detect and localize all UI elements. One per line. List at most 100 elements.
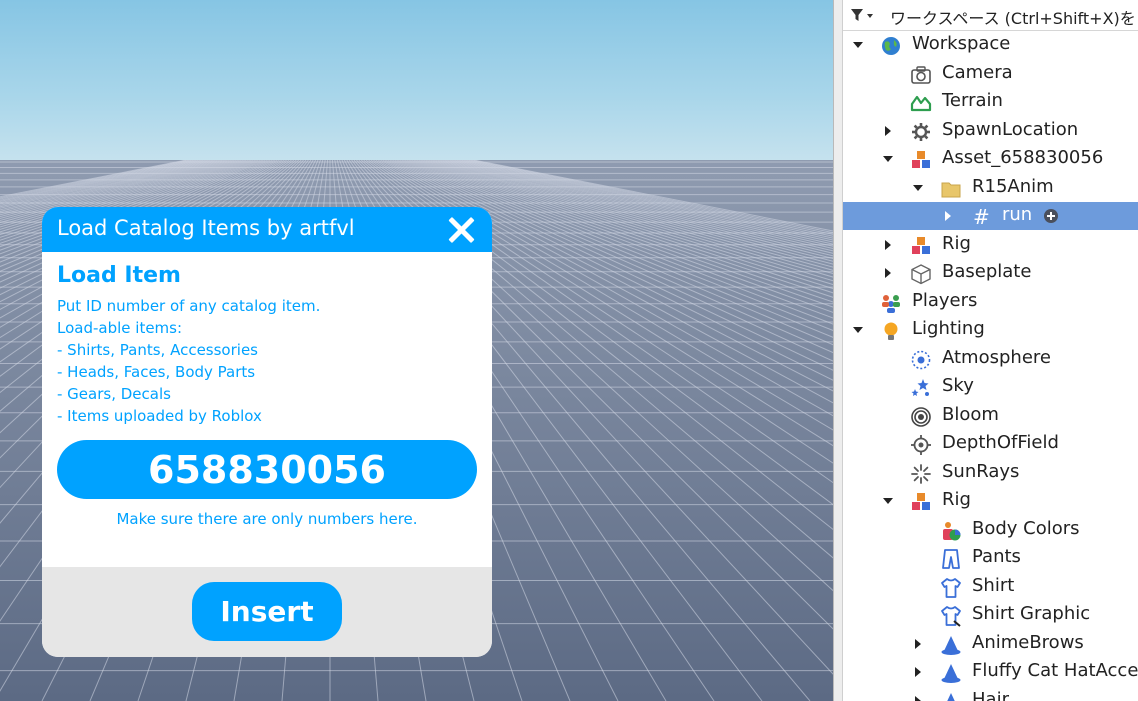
explorer-row-label: Camera <box>942 62 1013 83</box>
explorer-row-label: Body Colors <box>972 518 1080 539</box>
dialog-footer: Insert <box>42 567 492 657</box>
explorer-row-label: Hair <box>972 689 1009 701</box>
explorer-row[interactable]: Bloom <box>843 402 1138 430</box>
collapsed-arrow-icon[interactable] <box>911 637 925 651</box>
filter-icon[interactable] <box>850 7 874 23</box>
atmosphere-icon <box>911 350 931 370</box>
input-hint: Make sure there are only numbers here. <box>116 510 418 528</box>
spawn-gear-icon <box>912 123 930 141</box>
explorer-row[interactable]: Rig <box>843 487 1138 515</box>
explorer-row[interactable]: Pants <box>843 544 1138 572</box>
explorer-row-label: Fluffy Cat HatAccessory <box>972 660 1138 681</box>
explorer-row[interactable]: Fluffy Cat HatAccessory <box>843 658 1138 686</box>
explorer-row[interactable]: Players <box>843 288 1138 316</box>
catalog-id-input[interactable] <box>57 440 477 499</box>
explorer-filter-input[interactable]: ワークスペース (Ctrl+Shift+X)を <box>890 5 1136 29</box>
expanded-arrow-icon[interactable] <box>881 152 895 166</box>
svg-text:#: # <box>973 206 990 228</box>
explorer-row[interactable]: Asset_658830056 <box>843 145 1138 173</box>
explorer-row[interactable]: Workspace <box>843 31 1138 59</box>
collapsed-arrow-icon[interactable] <box>881 238 895 252</box>
sky-backdrop <box>0 0 833 162</box>
description-line: Load-able items: <box>57 319 183 337</box>
explorer-row-label: DepthOfField <box>942 432 1059 453</box>
script-hash-icon: # <box>973 206 990 228</box>
model-icon <box>912 493 930 510</box>
depth-of-field-icon <box>911 435 931 455</box>
folder-icon <box>941 182 961 198</box>
explorer-row[interactable]: Lighting <box>843 316 1138 344</box>
explorer-row-label: AnimeBrows <box>972 632 1084 653</box>
body-colors-icon <box>943 522 961 541</box>
explorer-row[interactable]: Shirt <box>843 573 1138 601</box>
explorer-row[interactable]: R15Anim <box>843 174 1138 202</box>
add-object-plus-icon[interactable] <box>1043 208 1059 224</box>
collapsed-arrow-icon[interactable] <box>941 209 955 223</box>
explorer-row-label: Bloom <box>942 404 999 425</box>
explorer-row[interactable]: SpawnLocation <box>843 117 1138 145</box>
accessory-hat-icon <box>947 693 955 701</box>
explorer-row-label: Shirt <box>972 575 1015 596</box>
model-icon <box>912 151 930 168</box>
explorer-row[interactable]: Hair <box>843 687 1138 701</box>
explorer-row[interactable]: Body Colors <box>843 516 1138 544</box>
collapsed-arrow-icon[interactable] <box>911 694 925 701</box>
explorer-panel: ワークスペース (Ctrl+Shift+X)を Workspace Camera T… <box>843 0 1138 701</box>
explorer-row-label: Asset_658830056 <box>942 147 1104 168</box>
explorer-row[interactable]: Baseplate <box>843 259 1138 287</box>
description-line: - Heads, Faces, Body Parts <box>57 363 256 381</box>
explorer-row-label: R15Anim <box>972 176 1054 197</box>
explorer-row[interactable]: Rig <box>843 231 1138 259</box>
collapsed-arrow-icon[interactable] <box>911 665 925 679</box>
explorer-row-label: SunRays <box>942 461 1020 482</box>
explorer-row[interactable]: Shirt Graphic <box>843 601 1138 629</box>
workspace-globe-icon <box>882 37 900 55</box>
expanded-arrow-icon[interactable] <box>851 323 865 337</box>
explorer-row-label: Rig <box>942 233 971 254</box>
explorer-row[interactable]: Atmosphere <box>843 345 1138 373</box>
dialog-heading: Load Item <box>57 263 181 288</box>
explorer-row-label: Terrain <box>942 90 1003 111</box>
explorer-row-label: Shirt Graphic <box>972 603 1091 624</box>
explorer-row-label: Rig <box>942 489 971 510</box>
explorer-row[interactable]: Sky <box>843 373 1138 401</box>
explorer-row[interactable]: DepthOfField <box>843 430 1138 458</box>
sunrays-icon <box>911 464 931 484</box>
explorer-row-label: Baseplate <box>942 261 1032 282</box>
accessory-hat-icon <box>941 636 961 655</box>
collapsed-arrow-icon[interactable] <box>881 266 895 280</box>
description-line: - Shirts, Pants, Accessories <box>57 341 258 359</box>
description-line: - Gears, Decals <box>57 385 171 403</box>
explorer-row-label: Sky <box>942 375 974 396</box>
players-icon <box>882 295 900 313</box>
game-viewport[interactable]: Load Catalog Items by artfvl Load Item P… <box>0 0 833 701</box>
panel-splitter[interactable] <box>833 0 843 701</box>
expanded-arrow-icon[interactable] <box>881 494 895 508</box>
explorer-row[interactable]: # run <box>843 202 1138 230</box>
shirt-graphic-icon <box>941 606 961 627</box>
explorer-filter-bar[interactable]: ワークスペース (Ctrl+Shift+X)を <box>843 0 1138 31</box>
explorer-row-label: Players <box>912 290 978 311</box>
collapsed-arrow-icon[interactable] <box>881 124 895 138</box>
close-icon[interactable] <box>444 213 478 247</box>
bloom-icon <box>911 407 931 427</box>
explorer-row-label: Pants <box>972 546 1021 567</box>
sky-stars-icon <box>911 379 929 396</box>
explorer-row[interactable]: AnimeBrows <box>843 630 1138 658</box>
expanded-arrow-icon[interactable] <box>851 38 865 52</box>
insert-button[interactable]: Insert <box>192 582 342 641</box>
explorer-row-label: Atmosphere <box>942 347 1051 368</box>
description-line: - Items uploaded by Roblox <box>57 407 262 425</box>
description-line: Put ID number of any catalog item. <box>57 297 321 315</box>
explorer-row-label: Lighting <box>912 318 985 339</box>
accessory-hat-icon <box>941 664 961 683</box>
explorer-row[interactable]: Camera <box>843 60 1138 88</box>
model-icon <box>912 237 930 254</box>
expanded-arrow-icon[interactable] <box>911 181 925 195</box>
explorer-row[interactable]: Terrain <box>843 88 1138 116</box>
dialog-title: Load Catalog Items by artfvl <box>57 216 355 240</box>
explorer-row[interactable]: SunRays <box>843 459 1138 487</box>
explorer-row-label: SpawnLocation <box>942 119 1079 140</box>
explorer-row-label: Workspace <box>912 33 1011 54</box>
load-catalog-dialog: Load Catalog Items by artfvl Load Item P… <box>42 207 492 657</box>
